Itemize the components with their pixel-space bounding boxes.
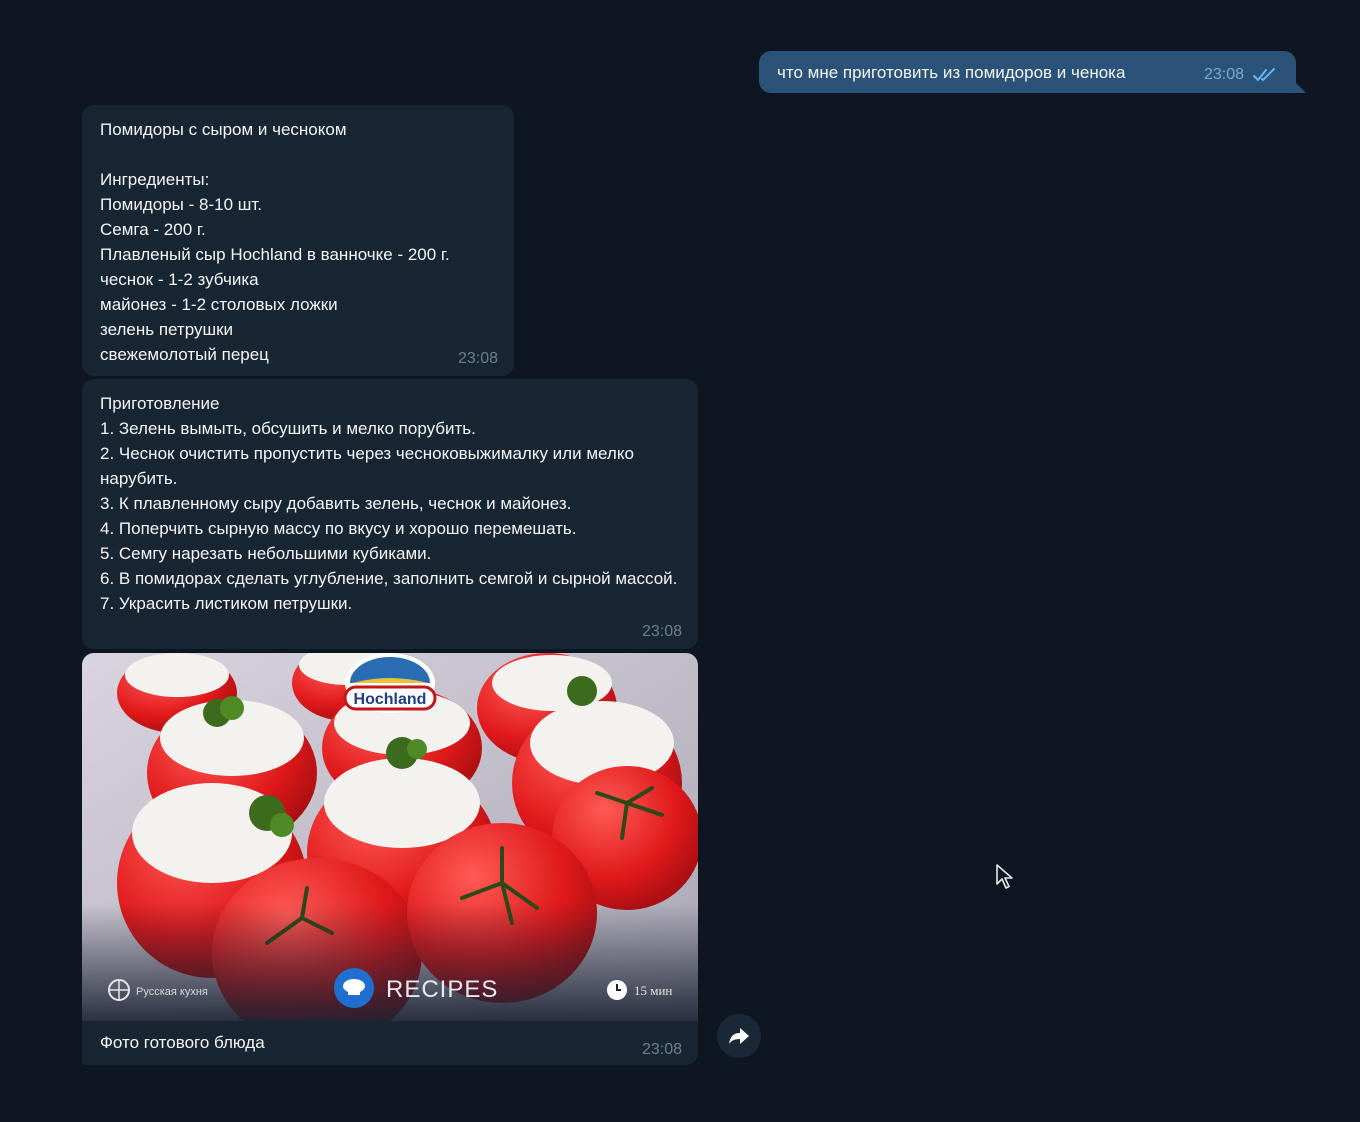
incoming-message-photo[interactable]: Hochland Русская кухня RECIPES 15 мин Фо… [82, 653, 698, 1065]
recipes-badge-text: RECIPES [386, 976, 498, 1003]
outgoing-message-meta: 23:08 [1204, 66, 1278, 84]
photo-caption: Фото готового блюда [100, 1033, 265, 1052]
chat-area: что мне приготовить из помидоров и ченок… [0, 0, 1360, 1122]
incoming-message-preparation[interactable]: Приготовление 1. Зелень вымыть, обсушить… [82, 379, 698, 649]
forward-button[interactable] [717, 1014, 761, 1058]
ingredients-text: Помидоры с сыром и чесноком Ингредиенты:… [100, 120, 450, 364]
mouse-cursor-icon [996, 864, 1013, 889]
duration-label-text: 15 мин [634, 983, 672, 998]
duration-label: 15 мин [607, 980, 672, 1000]
message-time: 23:08 [457, 350, 498, 367]
message-time: 23:08 [641, 1041, 682, 1058]
forward-arrow-icon [729, 1028, 749, 1044]
preparation-text: Приготовление 1. Зелень вымыть, обсушить… [100, 394, 678, 613]
bubble-tail [82, 1055, 84, 1065]
incoming-message-ingredients[interactable]: Помидоры с сыром и чесноком Ингредиенты:… [82, 105, 514, 376]
message-time: 23:08 [641, 623, 682, 640]
outgoing-message[interactable]: что мне приготовить из помидоров и ченок… [759, 51, 1306, 93]
hochland-logo-text: Hochland [354, 691, 427, 708]
bubble-tail [1294, 81, 1306, 93]
cuisine-label-text: Русская кухня [136, 986, 208, 998]
dish-photo[interactable]: Hochland Русская кухня RECIPES 15 мин [82, 653, 698, 1021]
hochland-logo: Hochland [343, 653, 437, 713]
double-check-icon [1253, 68, 1275, 82]
outgoing-message-text: что мне приготовить из помидоров и ченок… [777, 62, 1126, 82]
message-time: 23:08 [1203, 66, 1244, 83]
